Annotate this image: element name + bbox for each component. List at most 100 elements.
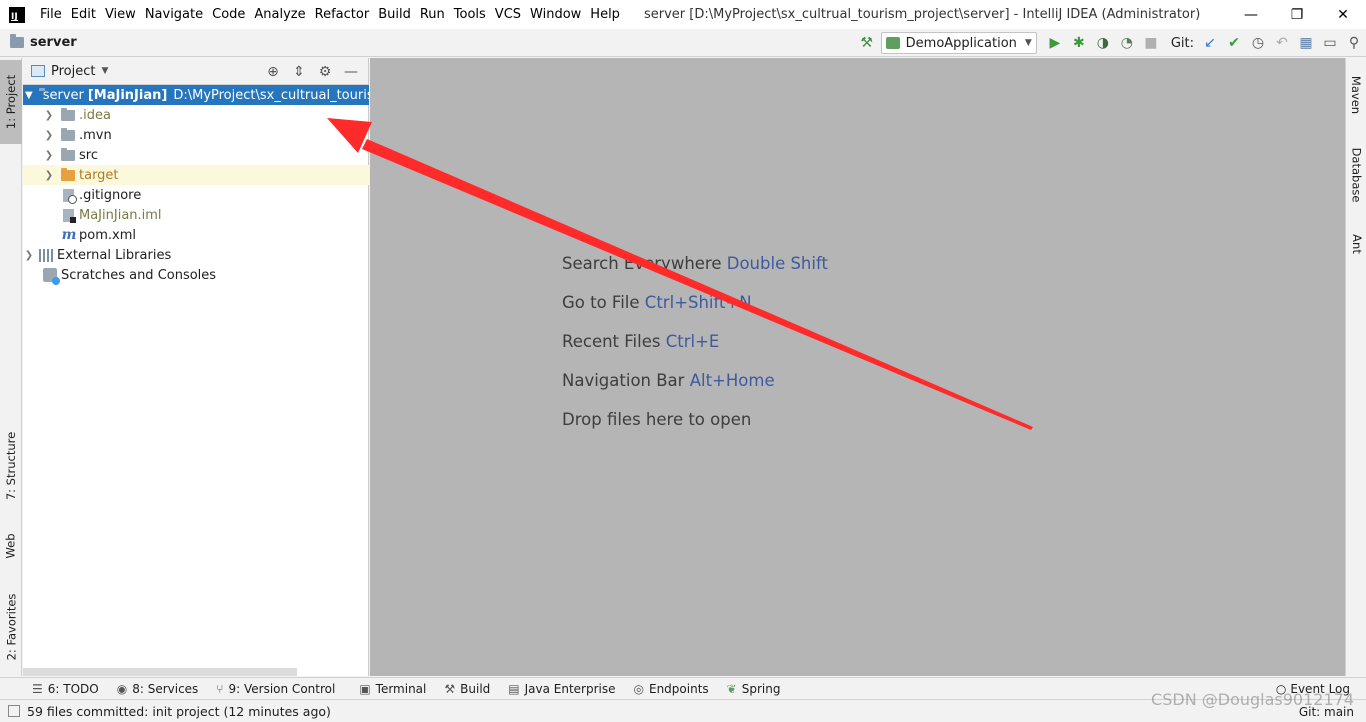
- breadcrumb-server[interactable]: server: [30, 35, 77, 50]
- collapse-all-icon[interactable]: ⇕: [286, 64, 312, 80]
- tab-ant-label: Ant: [1349, 234, 1364, 254]
- locate-file-icon[interactable]: ⊕: [260, 64, 286, 80]
- tree-item-src[interactable]: ❯ src: [23, 145, 369, 165]
- tree-item-target[interactable]: ❯ target: [23, 165, 369, 185]
- stop-icon[interactable]: ■: [1139, 32, 1163, 54]
- git-rollback-icon[interactable]: ↶: [1270, 32, 1294, 54]
- folder-icon: [61, 107, 75, 121]
- project-view-selector[interactable]: Project: [51, 64, 95, 79]
- chevron-right-icon[interactable]: ❯: [23, 250, 35, 261]
- menu-build[interactable]: Build: [375, 0, 417, 29]
- ignore-file-icon: [63, 188, 77, 204]
- tree-item-scratches[interactable]: Scratches and Consoles: [23, 265, 369, 285]
- toggle-tool-windows-icon[interactable]: [8, 705, 20, 717]
- chevron-right-icon[interactable]: ❯: [43, 170, 55, 181]
- build-hammer-icon[interactable]: ⚒: [855, 32, 879, 54]
- tree-item-idea[interactable]: ❯ .idea: [23, 105, 369, 125]
- chevron-right-icon[interactable]: ❯: [43, 150, 55, 161]
- tree-item-mvn[interactable]: ❯ .mvn: [23, 125, 369, 145]
- tab-project[interactable]: 1: Project: [0, 60, 22, 144]
- run-configuration-select[interactable]: DemoApplication ▼: [880, 32, 1037, 54]
- menu-help[interactable]: Help: [587, 0, 626, 29]
- chevron-down-icon[interactable]: ▼: [101, 66, 108, 76]
- tab-structure[interactable]: 7: Structure: [0, 420, 22, 512]
- tool-terminal[interactable]: ▣ Terminal: [359, 682, 426, 696]
- excluded-folder-icon: [61, 167, 75, 181]
- menu-navigate[interactable]: Navigate: [142, 0, 209, 29]
- tree-item-gitignore[interactable]: .gitignore: [23, 185, 369, 205]
- menu-edit[interactable]: Edit: [68, 0, 102, 29]
- horizontal-scrollbar[interactable]: [23, 668, 297, 676]
- tab-database-label: Database: [1349, 147, 1364, 203]
- tab-web[interactable]: Web: [0, 520, 22, 572]
- editor-empty-area[interactable]: Search Everywhere Double Shift Go to Fil…: [370, 58, 1345, 676]
- gear-icon[interactable]: ⚙: [312, 64, 338, 80]
- terminal-icon: ▣: [359, 681, 371, 696]
- presentation-mode-icon[interactable]: ▭: [1318, 32, 1342, 54]
- tree-item-root[interactable]: ▼ server [MaJinJian] D:\MyProject\sx_cul…: [23, 85, 386, 105]
- menu-refactor[interactable]: Refactor: [312, 0, 376, 29]
- git-update-icon[interactable]: ↙: [1198, 32, 1222, 54]
- tree-item-pom[interactable]: m pom.xml: [23, 225, 369, 245]
- folder-icon: [61, 147, 75, 161]
- tree-item-label: src: [79, 147, 98, 163]
- tool-todo[interactable]: ☰ 6: TODO: [32, 682, 99, 696]
- tree-item-label: .mvn: [79, 127, 112, 143]
- tool-endpoints[interactable]: ◎ Endpoints: [634, 682, 709, 696]
- maven-icon: m: [61, 227, 77, 243]
- menu-vcs[interactable]: VCS: [492, 0, 527, 29]
- git-history-icon[interactable]: ◷: [1246, 32, 1270, 54]
- hint-text: Drop files here to open: [562, 410, 752, 429]
- tool-services[interactable]: ◉ 8: Services: [117, 682, 199, 696]
- menu-window[interactable]: Window: [527, 0, 587, 29]
- hint-text: Recent Files: [562, 332, 661, 351]
- profile-icon[interactable]: ◔: [1115, 32, 1139, 54]
- tab-database[interactable]: Database: [1346, 140, 1366, 210]
- tree-item-label: Scratches and Consoles: [61, 267, 217, 283]
- menu-view[interactable]: View: [102, 0, 142, 29]
- tool-build[interactable]: ⚒ Build: [444, 682, 490, 696]
- menu-file[interactable]: File: [37, 0, 68, 29]
- spring-icon: ❦: [726, 681, 737, 696]
- tool-version-control[interactable]: ⑂ 9: Version Control: [216, 682, 335, 696]
- tree-item-label: target: [79, 167, 119, 183]
- tool-spring[interactable]: ❦ Spring: [727, 682, 781, 696]
- tree-item-label: MaJinJian.iml: [79, 207, 162, 223]
- tool-java-enterprise[interactable]: ▤ Java Enterprise: [508, 682, 615, 696]
- project-structure-icon[interactable]: ▦: [1294, 32, 1318, 54]
- chevron-right-icon[interactable]: ❯: [43, 130, 55, 141]
- java-enterprise-icon: ▤: [508, 681, 520, 696]
- run-configuration-label: DemoApplication: [905, 35, 1017, 51]
- tool-spring-label: Spring: [741, 681, 781, 696]
- scratches-icon: [43, 268, 60, 285]
- tree-item-external-libraries[interactable]: ❯ External Libraries: [23, 245, 369, 265]
- chevron-down-icon[interactable]: ▼: [25, 90, 33, 101]
- menu-analyze[interactable]: Analyze: [251, 0, 311, 29]
- search-everywhere-icon[interactable]: ⚲: [1342, 32, 1366, 54]
- tab-maven[interactable]: Maven: [1346, 64, 1366, 126]
- chevron-right-icon[interactable]: ❯: [43, 110, 55, 121]
- hammer-icon: ⚒: [444, 681, 456, 696]
- run-with-coverage-icon[interactable]: ◑: [1091, 32, 1115, 54]
- git-commit-icon[interactable]: ✔: [1222, 32, 1246, 54]
- menu-code[interactable]: Code: [209, 0, 251, 29]
- tree-item-label: External Libraries: [57, 247, 172, 263]
- status-message[interactable]: 59 files committed: init project (12 min…: [27, 704, 331, 719]
- hint-shortcut: Ctrl+E: [665, 332, 720, 351]
- tree-item-iml[interactable]: MaJinJian.iml: [23, 205, 369, 225]
- close-button[interactable]: ✕: [1320, 0, 1366, 29]
- menu-run[interactable]: Run: [417, 0, 451, 29]
- tool-endpoints-label: Endpoints: [648, 681, 709, 696]
- hide-panel-icon[interactable]: —: [338, 64, 364, 80]
- debug-icon[interactable]: ✱: [1067, 32, 1091, 54]
- hint-recent-files: Recent Files Ctrl+E: [562, 332, 719, 351]
- restore-button[interactable]: ❐: [1274, 0, 1320, 29]
- folder-icon: [10, 34, 24, 48]
- tab-ant[interactable]: Ant: [1346, 224, 1366, 264]
- project-panel-header: Project ▼ ⊕ ⇕ ⚙ —: [23, 58, 368, 85]
- tab-maven-label: Maven: [1349, 75, 1364, 115]
- tab-favorites[interactable]: 2: Favorites: [0, 582, 22, 672]
- run-icon[interactable]: ▶: [1043, 32, 1067, 54]
- minimize-button[interactable]: —: [1228, 0, 1274, 29]
- menu-tools[interactable]: Tools: [451, 0, 492, 29]
